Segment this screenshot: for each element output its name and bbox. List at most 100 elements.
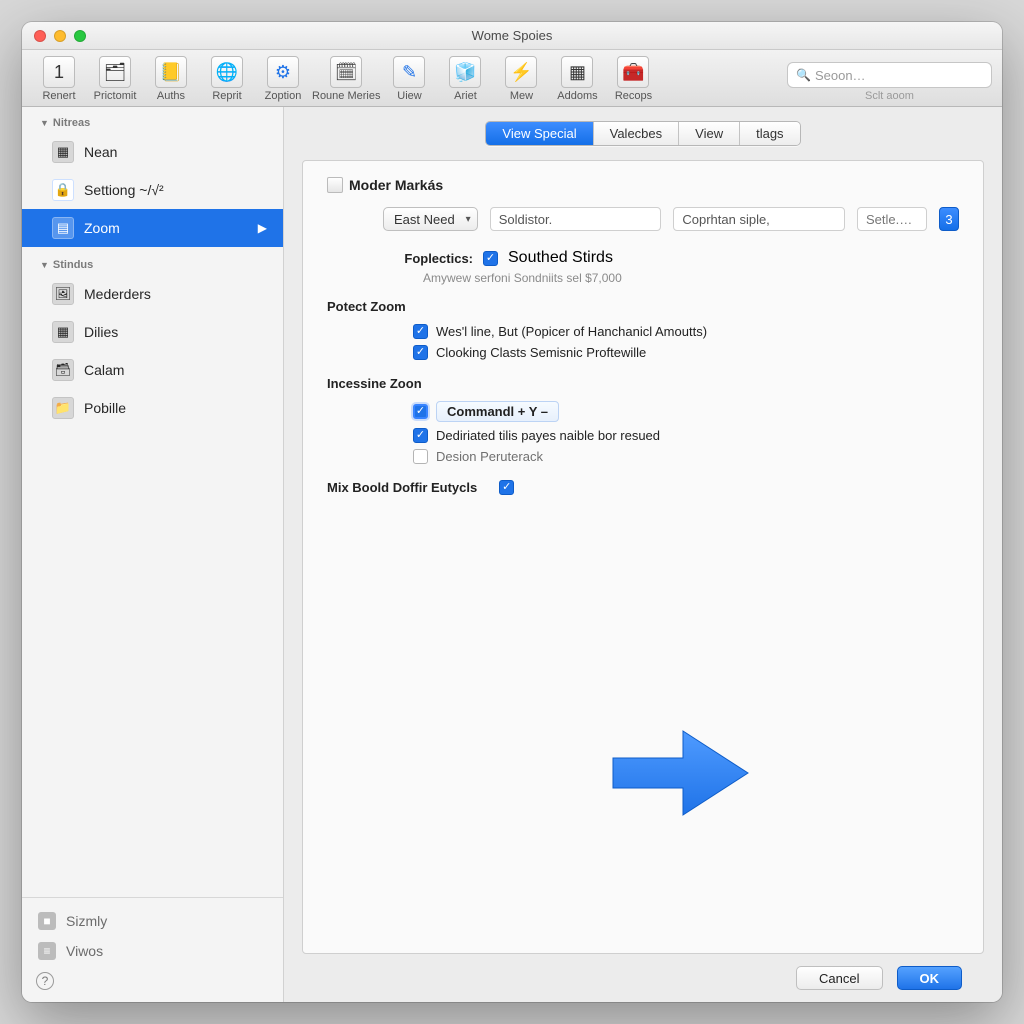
checkbox-label: Desion Peruterack [436, 449, 543, 464]
sidebar-item-label: Zoom [84, 220, 120, 236]
help-button[interactable]: ? [36, 972, 54, 990]
sidebar-item-label: Calam [84, 362, 124, 378]
sidebar-item-mederders[interactable]: 🖼 Mederders [22, 275, 283, 313]
disclosure-triangle-icon: ▼ [40, 260, 49, 270]
toolbar-item-renert[interactable]: 1 Renert [32, 56, 86, 102]
sidebar-item-label: Pobille [84, 400, 126, 416]
section-incessine-zoon: Incessine Zoon [327, 376, 959, 391]
panel-heading-text: Moder Markás [349, 177, 443, 193]
toolbar-item-prictomit[interactable]: 🗂 Prictomit [88, 56, 142, 102]
checkbox-desion[interactable] [413, 449, 428, 464]
checkbox-wesl-line[interactable] [413, 324, 428, 339]
section-title: Stindus [53, 259, 93, 271]
sidebar-item-label: Settiong ~/√² [84, 182, 164, 198]
checkbox-command-y[interactable] [413, 404, 428, 419]
close-window-button[interactable] [34, 30, 46, 42]
sidebar-item-label: Nean [84, 144, 117, 160]
toolbar-item-zoption[interactable]: ⚙ Zoption [256, 56, 310, 102]
toolbar-label: Roune Meries [312, 90, 380, 102]
tab-tlags[interactable]: tlags [740, 122, 799, 145]
toolbox-icon: 🧰 [617, 56, 649, 88]
foplectics-note: Amywew serfoni Sondniits sel $7,000 [423, 271, 959, 285]
preferences-window: Wome Spoies 1 Renert 🗂 Prictomit 📒 Auths… [22, 22, 1002, 1002]
toolbar-label: Reprit [212, 90, 241, 102]
toolbar-label: Uiew [397, 90, 421, 102]
lock-icon [52, 179, 74, 201]
toolbar-item-addoms[interactable]: ▦ Addoms [550, 56, 604, 102]
shortcut-pill: Commandl + Y – [436, 401, 559, 422]
globe-icon: 🌐 [211, 56, 243, 88]
tab-valecbes[interactable]: Valecbes [594, 122, 680, 145]
section-potect-zoom: Potect Zoom [327, 299, 959, 314]
grid-icon: ▦ [561, 56, 593, 88]
section-title: Nitreas [53, 117, 90, 129]
field-soldistor[interactable]: Soldistor. [490, 207, 662, 231]
tab-view-special[interactable]: View Special [486, 122, 593, 145]
mix-boold-label: Mix Boold Doffir Eutycls [327, 480, 477, 495]
toolbar-item-uiew[interactable]: ✎ Uiew [382, 56, 436, 102]
search-sublabel: Sclt aoom [865, 90, 914, 102]
sidebar-item-zoom[interactable]: ▤ Zoom ▶ [22, 209, 283, 247]
foplectics-label: Foplectics: [383, 251, 473, 266]
search-input[interactable]: 🔍 Seoon… [787, 62, 992, 88]
toolbar-item-ariet[interactable]: 🧊 Ariet [438, 56, 492, 102]
toolbar: 1 Renert 🗂 Prictomit 📒 Auths 🌐 Reprit ⚙ … [22, 50, 1002, 107]
preset-select[interactable]: East Need [383, 207, 478, 231]
settings-panel: Moder Markás East Need Soldistor. Coprht… [302, 160, 984, 954]
image-icon: 🖼 [52, 283, 74, 305]
sidebar-item-nean[interactable]: ▦ Nean [22, 133, 283, 171]
count-stepper[interactable]: 3 [939, 207, 959, 231]
number-icon: 1 [43, 56, 75, 88]
sidebar-bottom-label: Sizmly [66, 913, 107, 929]
folder-icon: 🗂 [99, 56, 131, 88]
sidebar-section-nitreas[interactable]: ▼ Nitreas [22, 113, 283, 133]
checkbox-label: Wes'l line, But (Popicer of Hanchanicl A… [436, 324, 707, 339]
sidebar-item-calam[interactable]: 🗃 Calam [22, 351, 283, 389]
folder-icon [52, 397, 74, 419]
sidebar-item-dilies[interactable]: ▦ Dilies [22, 313, 283, 351]
grid-icon: ▦ [52, 141, 74, 163]
toolbar-search-wrap: 🔍 Seoon… Sclt aoom [787, 62, 992, 102]
checkbox-label: Southed Stirds [508, 249, 613, 267]
sidebar-section-stindus[interactable]: ▼ Stindus [22, 255, 283, 275]
sidebar-bottom: ■ Sizmly ≡ Viwos ? [22, 897, 283, 1002]
sidebar-item-settings[interactable]: Settiong ~/√² [22, 171, 283, 209]
titlebar: Wome Spoies [22, 22, 1002, 50]
checkbox-dedicated-tilis[interactable] [413, 428, 428, 443]
toolbar-item-mew[interactable]: ⚡ Mew [494, 56, 548, 102]
sidebar-item-pobille[interactable]: Pobille [22, 389, 283, 427]
calendar-icon: 🗓 [330, 56, 362, 88]
checkbox-label: Dediriated tilis payes naible bor resued [436, 428, 660, 443]
bolt-icon: ⚡ [505, 56, 537, 88]
field-coprhtan[interactable]: Coprhtan siple, [673, 207, 845, 231]
zoom-window-button[interactable] [74, 30, 86, 42]
search-placeholder: Seoon… [815, 68, 866, 83]
checkbox-mix-boold[interactable] [499, 480, 514, 495]
sidebar-bottom-label: Viwos [66, 943, 103, 959]
toolbar-item-roune[interactable]: 🗓 Roune Meries [312, 56, 380, 102]
sidebar-bottom-sizmly[interactable]: ■ Sizmly [22, 906, 283, 936]
panel-icon: ▤ [52, 217, 74, 239]
checkbox-southed-stirds[interactable] [483, 251, 498, 266]
cancel-button[interactable]: Cancel [796, 966, 882, 990]
toolbar-label: Addoms [557, 90, 597, 102]
field-setle[interactable]: Setle.… [857, 207, 927, 231]
toolbar-label: Ariet [454, 90, 477, 102]
toolbar-label: Auths [157, 90, 185, 102]
toolbar-label: Renert [42, 90, 75, 102]
package-icon: 🧊 [449, 56, 481, 88]
sidebar-item-label: Dilies [84, 324, 118, 340]
minimize-window-button[interactable] [54, 30, 66, 42]
window-title: Wome Spoies [22, 28, 1002, 43]
tab-view[interactable]: View [679, 122, 740, 145]
toolbar-item-reprit[interactable]: 🌐 Reprit [200, 56, 254, 102]
window-controls [22, 30, 86, 42]
toolbar-item-auths[interactable]: 📒 Auths [144, 56, 198, 102]
toolbar-label: Recops [615, 90, 652, 102]
panel-heading-icon [327, 177, 343, 193]
sidebar-bottom-viwos[interactable]: ≡ Viwos [22, 936, 283, 966]
ok-button[interactable]: OK [897, 966, 963, 990]
checkbox-clooking[interactable] [413, 345, 428, 360]
grid-icon: ▦ [52, 321, 74, 343]
toolbar-item-recops[interactable]: 🧰 Recops [606, 56, 660, 102]
